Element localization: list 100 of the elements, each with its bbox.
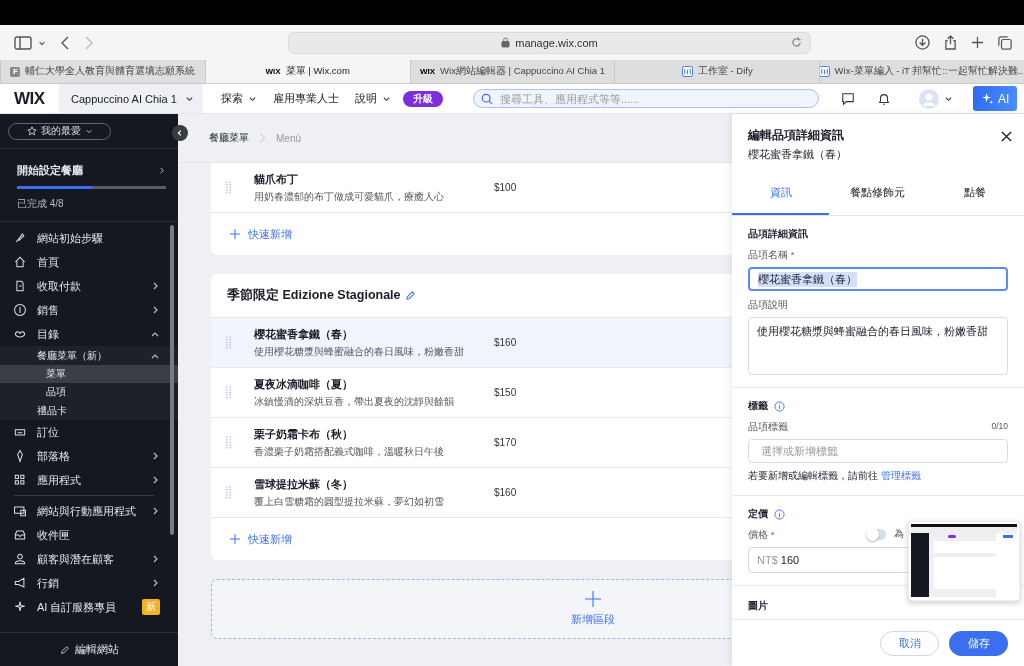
item-description: 香濃栗子奶霜搭配義式咖啡，溫暖秋日午後 bbox=[254, 444, 445, 459]
screenshot-preview-popup[interactable] bbox=[908, 521, 1020, 601]
setup-link[interactable]: 開始設定餐廳 bbox=[17, 163, 83, 178]
address-bar[interactable]: manage.wix.com bbox=[288, 31, 811, 54]
nav-icon bbox=[13, 552, 27, 566]
info-icon[interactable] bbox=[774, 509, 785, 520]
chevron-right-icon[interactable] bbox=[157, 166, 166, 175]
panel-tab[interactable]: 點餐 bbox=[926, 172, 1024, 215]
item-price: $150 bbox=[494, 387, 517, 398]
logo[interactable]: WIX bbox=[0, 88, 59, 109]
download-icon[interactable] bbox=[915, 35, 930, 50]
tag-count: 0/10 bbox=[991, 421, 1008, 431]
sidebar-item[interactable]: 菜單 bbox=[0, 365, 178, 383]
chat-icon[interactable] bbox=[841, 91, 855, 106]
sidebar-item[interactable]: AI 自訂服務專員 新 bbox=[0, 595, 178, 619]
upgrade-button[interactable]: 升級 bbox=[403, 90, 443, 107]
quick-add-button[interactable]: 快速新增 bbox=[230, 531, 292, 547]
new-badge: 新 bbox=[142, 599, 160, 615]
sidebar-item[interactable]: 收取付款 bbox=[0, 274, 178, 298]
caret-icon[interactable] bbox=[248, 94, 257, 103]
collapse-button[interactable] bbox=[172, 125, 188, 141]
sidebar-item[interactable]: 收件匣 bbox=[0, 523, 178, 547]
tab-overview-icon[interactable] bbox=[998, 35, 1012, 50]
nav-menu[interactable]: 探索 bbox=[221, 91, 243, 106]
sidebar-item[interactable]: 目錄 bbox=[0, 322, 178, 346]
sidebar-item[interactable]: 應用程式 bbox=[0, 468, 178, 492]
sidebar-item[interactable]: 餐廳菜單（新） bbox=[0, 346, 178, 365]
plus-icon bbox=[230, 534, 240, 544]
share-icon[interactable] bbox=[944, 35, 957, 50]
drag-handle-icon[interactable] bbox=[226, 435, 231, 450]
browser-tab[interactable]: Wix-菜單編入 - iT 邦幫忙::一起幫忙解決難... bbox=[819, 60, 1024, 83]
browser-tab[interactable]: WIX Wix網站編輯器 | Cappuccino AI Chia 1 bbox=[409, 60, 615, 83]
sidebar-item[interactable]: 品項 bbox=[0, 383, 178, 401]
item-description: 使用櫻花糖漿與蜂蜜融合的春日風味，粉嫩香甜 bbox=[254, 344, 465, 359]
sidebar-item[interactable]: 網站與行動應用程式 bbox=[0, 499, 178, 523]
info-icon[interactable] bbox=[774, 401, 785, 412]
sidebar-toggle-icon[interactable] bbox=[14, 35, 32, 50]
save-button[interactable]: 儲存 bbox=[949, 630, 1008, 656]
drag-handle-icon[interactable] bbox=[226, 385, 231, 400]
caret-icon[interactable] bbox=[184, 94, 194, 103]
browser-tab[interactable]: WIX 菜單 | Wix.com bbox=[204, 60, 410, 83]
item-description: 覆上白雪糖霜的圓型提拉米蘇，夢幻如初雪 bbox=[254, 494, 445, 509]
sidebar-item[interactable]: 訂位 bbox=[0, 420, 178, 444]
drag-handle-icon[interactable] bbox=[226, 485, 231, 500]
favicon: WIX bbox=[419, 67, 436, 76]
sidebar-item[interactable]: 部落格 bbox=[0, 444, 178, 468]
sidebar-item[interactable]: 網站初始步驟 bbox=[0, 226, 178, 250]
sidebar-item[interactable]: 禮品卡 bbox=[0, 401, 178, 420]
field-label: 品項說明 bbox=[748, 299, 789, 312]
new-tab-icon[interactable] bbox=[971, 36, 984, 49]
field-label: 價格 * bbox=[748, 529, 775, 542]
sidebar-item[interactable]: 行銷 bbox=[0, 571, 178, 595]
plus-icon bbox=[585, 591, 601, 607]
browser-tab[interactable]: 工作室 - Dify bbox=[614, 60, 820, 83]
name-field[interactable]: 櫻花蜜香拿鐵（春） bbox=[748, 267, 1008, 291]
edit-site-button[interactable]: 編輯網站 bbox=[53, 641, 125, 658]
pencil-icon[interactable] bbox=[404, 290, 416, 301]
item-description: 冰鎮慢滴的深烘豆香，帶出夏夜的沈靜與餘韻 bbox=[254, 394, 455, 409]
search-field[interactable]: 搜尋工具、應用程式等等...... bbox=[473, 89, 819, 108]
field-label: 品項名稱 * bbox=[748, 249, 796, 262]
section-heading: 品項詳細資訊 bbox=[748, 228, 809, 241]
quick-add-button[interactable]: 快速新增 bbox=[230, 226, 292, 242]
nav-icon bbox=[13, 279, 27, 293]
sparkle-icon bbox=[981, 92, 994, 105]
nav-menu[interactable]: 雇用專業人士 bbox=[273, 91, 339, 106]
section-heading: 標籤 bbox=[748, 400, 768, 413]
item-name: 栗子奶霜卡布（秋） bbox=[254, 426, 354, 442]
panel-tab[interactable]: 餐點修飾元 bbox=[829, 172, 927, 215]
site-icon bbox=[681, 66, 693, 77]
panel-tab[interactable]: 資訊 bbox=[732, 172, 830, 215]
caret-icon[interactable] bbox=[382, 94, 391, 103]
chevron-left-icon bbox=[176, 129, 184, 137]
sidebar-item[interactable]: 首頁 bbox=[0, 250, 178, 274]
drag-handle-icon[interactable] bbox=[226, 335, 231, 350]
nav-icon bbox=[13, 576, 27, 590]
browser-tab[interactable]: F 輔仁大學全人教育與體育選填志願系統 bbox=[0, 60, 205, 83]
sidebar-item[interactable]: 顧客與潛在顧客 bbox=[0, 547, 178, 571]
tags-field[interactable]: 選擇或新增標籤 bbox=[748, 439, 1008, 463]
nav-menu[interactable]: 說明 bbox=[355, 91, 377, 106]
reload-icon[interactable] bbox=[791, 37, 802, 48]
close-icon[interactable] bbox=[1001, 131, 1012, 142]
cancel-button[interactable]: 取消 bbox=[880, 630, 939, 656]
caret-icon[interactable] bbox=[944, 94, 953, 103]
breadcrumb-link[interactable]: 餐廳菜單 bbox=[209, 131, 249, 145]
item-price: $160 bbox=[494, 337, 517, 348]
item-name: 貓爪布丁 bbox=[254, 171, 299, 187]
nav-icon bbox=[13, 255, 27, 269]
caret-icon bbox=[84, 127, 93, 135]
description-field[interactable]: 使用櫻花糖漿與蜂蜜融合的春日風味，粉嫩香甜 bbox=[748, 317, 1008, 375]
sidebar-item[interactable]: 銷售 bbox=[0, 298, 178, 322]
item-price: $100 bbox=[494, 182, 517, 193]
toggle-switch[interactable] bbox=[866, 528, 886, 540]
back-icon[interactable] bbox=[60, 35, 70, 50]
star-icon bbox=[26, 126, 37, 136]
drag-handle-icon[interactable] bbox=[226, 180, 231, 195]
manage-tags-link[interactable]: 管理標籤 bbox=[880, 470, 921, 481]
menu-item-row[interactable]: 櫻花蜜香拿鐵（春） 使用櫻花糖漿與蜂蜜融合的春日風味，粉嫩香甜 $160 bbox=[211, 318, 732, 368]
field-label: 品項標籤 bbox=[748, 421, 788, 434]
bell-icon[interactable] bbox=[877, 91, 891, 106]
add-section-button[interactable]: 新增區段 bbox=[211, 579, 732, 639]
